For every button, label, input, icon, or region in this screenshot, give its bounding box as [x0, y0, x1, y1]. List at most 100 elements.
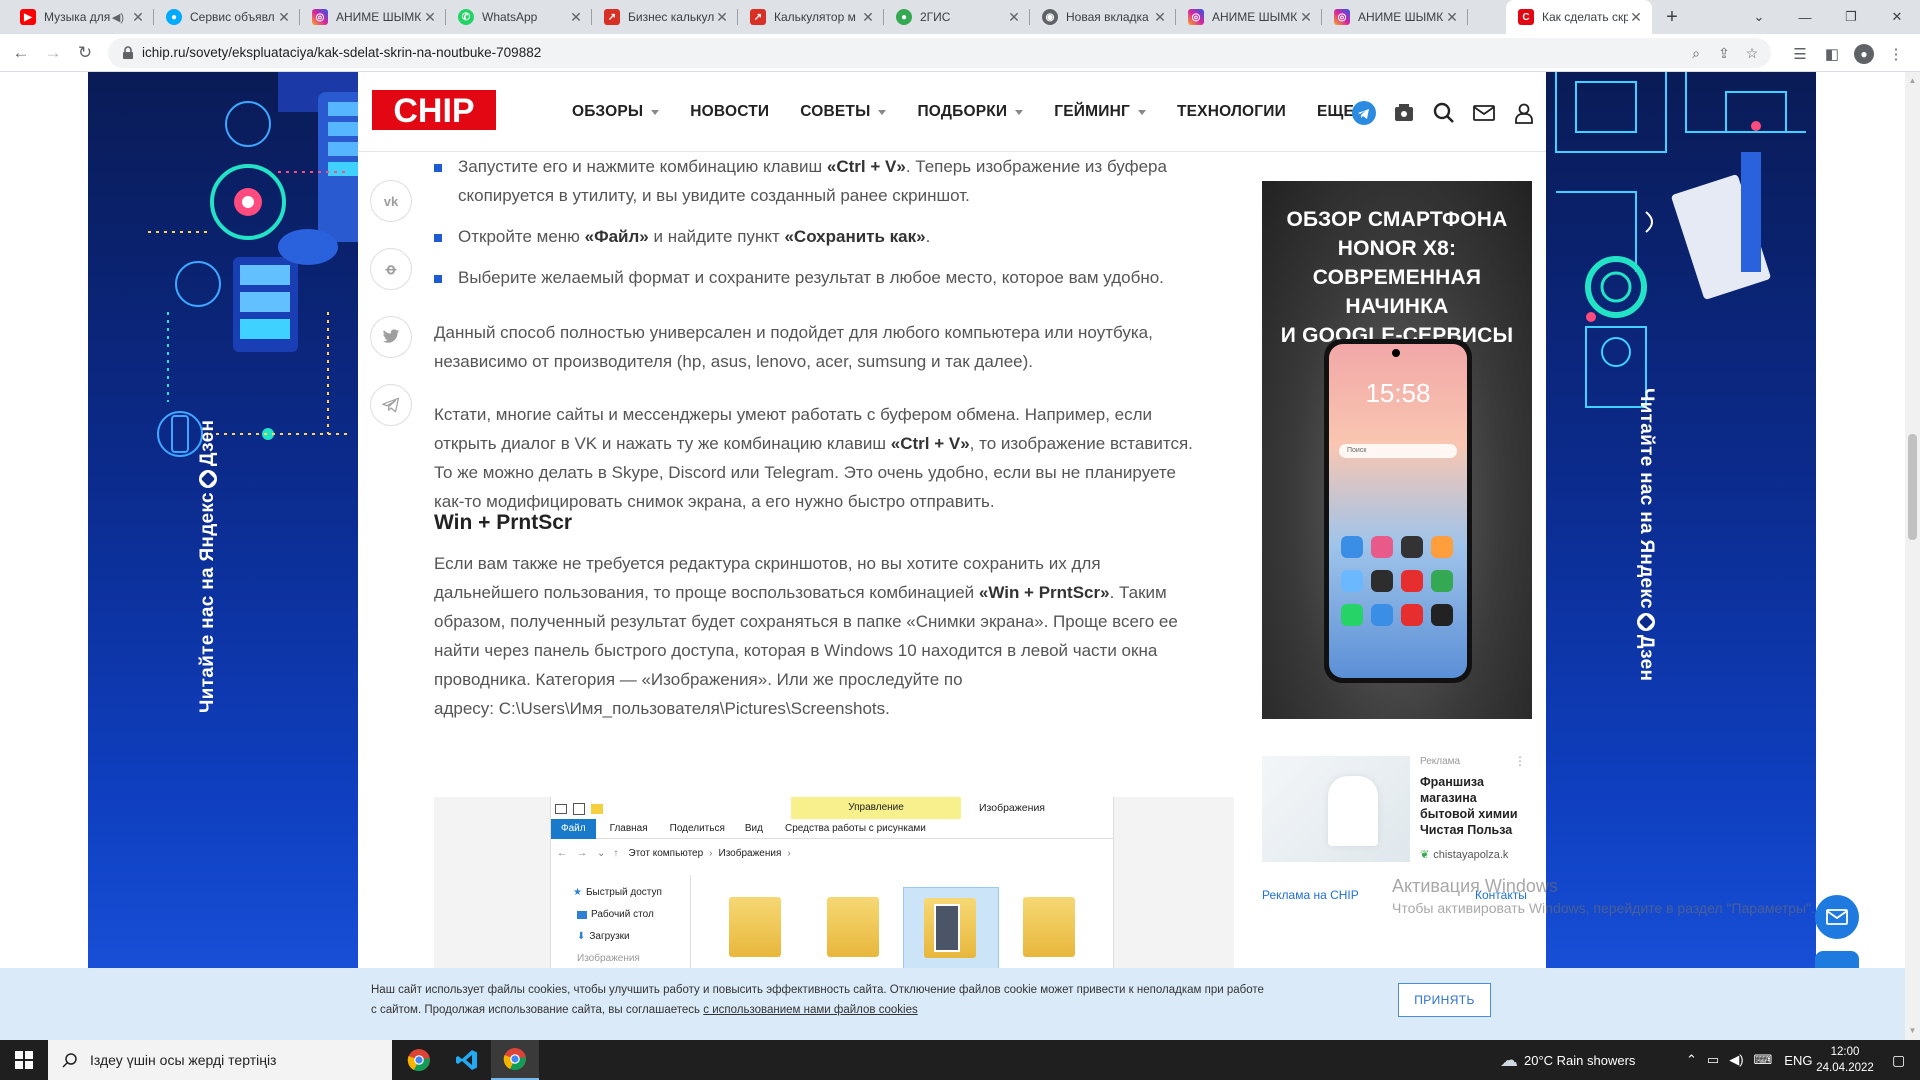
chevron-up-icon[interactable]: ⌃ [1686, 1052, 1697, 1068]
back-icon[interactable]: ← [8, 40, 34, 66]
tab-music[interactable]: ▶ Музыка для ◀︎) ✕ [8, 0, 154, 34]
phone-search-bar: Поиск [1339, 444, 1457, 458]
menu-collections[interactable]: ПОДБОРКИ [917, 103, 1024, 121]
tab-instagram-3[interactable]: ◎ АНИМЕ ШЫМК ✕ [1322, 0, 1468, 34]
menu-news[interactable]: НОВОСТИ [690, 103, 769, 121]
tab-new-tab[interactable]: ◉ Новая вкладка ✕ [1030, 0, 1176, 34]
tab-business-calc[interactable]: ↗ Бизнес калькул ✕ [592, 0, 738, 34]
user-icon[interactable] [1511, 100, 1537, 126]
taskbar-chrome-active[interactable] [491, 1040, 539, 1080]
scroll-down-icon[interactable]: ▼ [1908, 1026, 1917, 1035]
start-button[interactable] [0, 1040, 48, 1080]
keyboard-icon[interactable]: ⌨ [1754, 1052, 1773, 1068]
ad-honor-x8[interactable]: ОБЗОР СМАРТФОНА HONOR X8: СОВРЕМЕННАЯ НА… [1262, 181, 1532, 719]
browser-tab-strip: ▶ Музыка для ◀︎) ✕ ● Сервис объявл ✕ ◎ А… [0, 0, 1920, 34]
telegram-icon[interactable] [1351, 100, 1377, 126]
tab-search-icon[interactable]: ⌄ [1736, 0, 1782, 34]
forward-icon[interactable]: → [40, 40, 66, 66]
network-icon[interactable]: ▭ [1707, 1052, 1719, 1068]
url-text[interactable]: ichip.ru/sovety/ekspluataciya/kak-sdelat… [142, 45, 541, 60]
menu-kebab-icon[interactable]: ⋮ [1886, 44, 1906, 64]
close-icon[interactable]: ✕ [1298, 9, 1314, 26]
share-vk-button[interactable]: vk [370, 180, 412, 222]
menu-gaming[interactable]: ГЕЙМИНГ [1054, 103, 1146, 121]
advertise-link[interactable]: Реклама на CHIP [1262, 888, 1359, 902]
close-icon[interactable]: ✕ [568, 9, 584, 26]
ad-sponsored-franchise[interactable]: Реклама ⋮ Франшиза магазина бытовой хими… [1262, 748, 1532, 872]
bookmark-star-icon[interactable]: ☆ [1742, 43, 1762, 63]
taskbar-vscode[interactable] [443, 1040, 491, 1080]
taskbar-chrome[interactable] [395, 1040, 443, 1080]
volume-icon[interactable]: ◀︎) [1729, 1052, 1743, 1068]
close-icon[interactable]: ✕ [276, 9, 292, 26]
clock[interactable]: 12:00 24.04.2022 [1810, 1040, 1880, 1080]
ad-menu-kebab-icon[interactable]: ⋮ [1514, 754, 1526, 768]
list-item: Выберите желаемый формат и сохраните рез… [434, 263, 1234, 292]
left-side-banner[interactable]: Читайте нас на ЯндексДзен [88, 72, 358, 1040]
share-twitter-button[interactable] [370, 316, 412, 358]
side-panel-icon[interactable]: ◧ [1822, 44, 1842, 64]
arrow-left-icon: ← [557, 847, 567, 859]
tab-chip-active[interactable]: C Как сделать скр ✕ [1506, 0, 1652, 34]
feedback-mail-button[interactable] [1815, 895, 1859, 939]
taskbar-search-box[interactable]: Іздеу үшін осы жерді тертіңіз [48, 1040, 392, 1080]
weather-widget[interactable]: ☁ 20°C Rain showers [1500, 1040, 1635, 1080]
close-icon[interactable]: ✕ [1628, 9, 1644, 26]
chip-logo-text: CHIP [393, 92, 474, 130]
menu-tips[interactable]: СОВЕТЫ [800, 103, 887, 121]
mail-icon[interactable] [1471, 100, 1497, 126]
menu-technology[interactable]: ТЕХНОЛОГИИ [1177, 103, 1286, 121]
scroll-up-icon[interactable]: ▲ [1908, 76, 1917, 85]
menu-reviews[interactable]: ОБЗОРЫ [572, 103, 660, 121]
list-item: Откройте меню «Файл» и найдите пункт «Со… [434, 222, 1234, 251]
accept-cookies-button[interactable]: ПРИНЯТЬ [1398, 983, 1491, 1017]
tab-calculator[interactable]: ↗ Калькулятор м ✕ [738, 0, 884, 34]
minimize-button[interactable]: — [1782, 0, 1828, 34]
tab-instagram-2[interactable]: ◎ АНИМЕ ШЫМК ✕ [1176, 0, 1322, 34]
share-telegram-button[interactable] [370, 384, 412, 426]
magazine-icon[interactable] [1391, 100, 1417, 126]
page-scrollbar[interactable]: ▲ ▼ [1905, 72, 1920, 1040]
share-page-icon[interactable]: ⇪ [1714, 43, 1734, 63]
right-side-banner[interactable]: Читайте нас на ЯндексДзен [1546, 72, 1816, 1040]
cookie-policy-link[interactable]: с использованием нами файлов cookies [703, 1004, 917, 1016]
speaker-icon[interactable]: ◀︎) [112, 11, 124, 24]
tab-2gis[interactable]: ● 2ГИС ✕ [884, 0, 1030, 34]
language-indicator[interactable]: ENG [1784, 1053, 1812, 1068]
lock-icon[interactable] [120, 45, 136, 61]
chart-icon: ↗ [604, 9, 620, 25]
close-icon[interactable]: ✕ [1444, 9, 1460, 26]
close-icon[interactable]: ✕ [714, 9, 730, 26]
chrome-icon [407, 1049, 430, 1072]
profile-avatar-icon[interactable]: ● [1854, 44, 1874, 64]
close-icon[interactable]: ✕ [1006, 9, 1022, 26]
ad-domain: chistayapolza.k [1433, 848, 1509, 861]
close-icon[interactable]: ✕ [1152, 9, 1168, 26]
search-icon[interactable] [1431, 100, 1457, 126]
reload-icon[interactable]: ↻ [72, 40, 98, 66]
ribbon-tab: Вид [744, 823, 763, 834]
address-bar[interactable]: ichip.ru/sovety/ekspluataciya/kak-sdelat… [108, 38, 1771, 68]
chevron-down-icon: ⌄ [597, 847, 606, 859]
selected-folder [903, 887, 999, 979]
close-icon[interactable]: ✕ [422, 9, 438, 26]
zoom-icon[interactable]: ⌕ [1686, 43, 1706, 63]
new-tab-button[interactable]: + [1660, 5, 1684, 29]
close-icon[interactable]: ✕ [860, 9, 876, 26]
reading-list-icon[interactable]: ☰ [1790, 44, 1810, 64]
close-window-button[interactable]: ✕ [1874, 0, 1920, 34]
chip-logo[interactable]: CHIP [372, 90, 496, 130]
close-icon[interactable]: ✕ [130, 9, 146, 26]
tab-whatsapp[interactable]: ✆ WhatsApp ✕ [446, 0, 592, 34]
app-icon [1371, 570, 1393, 592]
window-icon [555, 804, 567, 814]
notifications-icon[interactable]: ▢ [1892, 1040, 1905, 1080]
mail-icon [1826, 909, 1848, 925]
ad-title[interactable]: Франшиза магазина бытовой химии Чистая П… [1420, 774, 1530, 838]
scrollbar-thumb[interactable] [1908, 434, 1917, 540]
tab-instagram-1[interactable]: ◎ АНИМЕ ШЫМК ✕ [300, 0, 446, 34]
tab-avito[interactable]: ● Сервис объявл ✕ [154, 0, 300, 34]
share-odnoklassniki-button[interactable]: ꝋ [370, 248, 412, 290]
restore-button[interactable]: ❐ [1828, 0, 1874, 34]
vscode-icon [456, 1050, 477, 1070]
